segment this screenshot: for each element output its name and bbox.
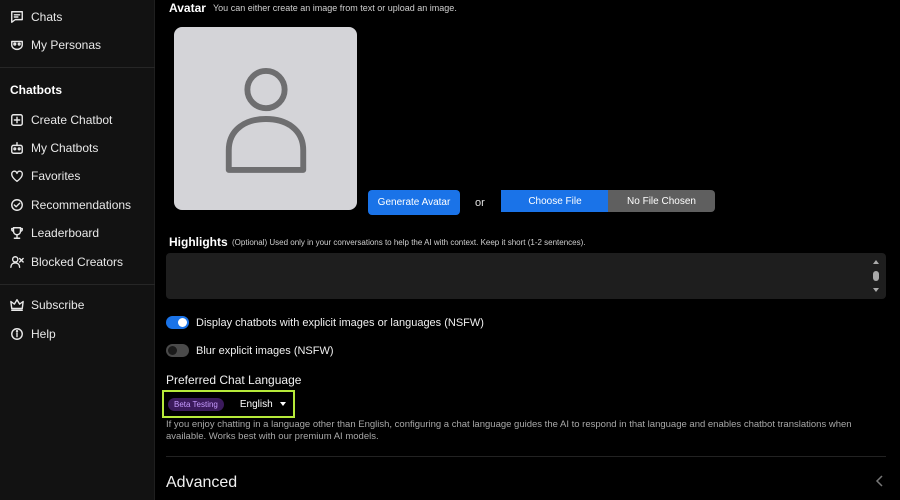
user-placeholder-icon: [225, 67, 306, 173]
sidebar-item-label: Chats: [31, 10, 63, 24]
textarea-scrollbar[interactable]: [872, 260, 880, 292]
sidebar-item-recommendations[interactable]: Recommendations: [10, 195, 131, 215]
sidebar-item-blocked-creators[interactable]: Blocked Creators: [10, 252, 123, 272]
sidebar-item-label: My Chatbots: [31, 141, 99, 155]
sidebar-divider: [0, 67, 155, 68]
advanced-section-title[interactable]: Advanced: [166, 474, 237, 492]
main-content: Avatar You can either create an image fr…: [155, 0, 900, 500]
sidebar: Chats My Personas Chatbots Create Chatbo…: [0, 0, 155, 500]
nsfw-blur-label: Blur explicit images (NSFW): [196, 344, 334, 357]
sidebar-item-my-personas[interactable]: My Personas: [10, 35, 101, 55]
sidebar-item-label: Recommendations: [31, 198, 132, 212]
sidebar-item-help[interactable]: Help: [10, 324, 56, 344]
nsfw-display-toggle[interactable]: [166, 316, 189, 329]
scroll-thumb[interactable]: [873, 271, 879, 281]
sidebar-section-title: Chatbots: [10, 83, 62, 97]
language-selector-box: Beta Testing English: [162, 390, 295, 418]
generate-avatar-button[interactable]: Generate Avatar: [368, 190, 460, 215]
avatar-hint: You can either create an image from text…: [213, 3, 457, 13]
highlights-label: Highlights: [169, 235, 228, 249]
language-description: If you enjoy chatting in a language othe…: [166, 419, 852, 442]
language-selected-value: English: [239, 398, 273, 410]
section-divider: [166, 456, 886, 457]
sidebar-item-label: Subscribe: [31, 298, 85, 312]
nsfw-display-row: Display chatbots with explicit images or…: [166, 316, 484, 329]
sidebar-item-label: Help: [31, 327, 56, 341]
crown-icon: [10, 298, 24, 312]
toggle-knob: [178, 318, 187, 327]
user-x-icon: [10, 255, 24, 269]
sidebar-item-label: Favorites: [31, 169, 81, 183]
scroll-down-icon[interactable]: [873, 288, 879, 292]
sidebar-item-subscribe[interactable]: Subscribe: [10, 295, 84, 315]
language-select[interactable]: English: [240, 399, 286, 410]
heart-icon: [10, 169, 24, 183]
trophy-icon: [10, 226, 24, 240]
chevron-left-icon[interactable]: [875, 474, 885, 487]
sidebar-item-label: Leaderboard: [31, 226, 100, 240]
sidebar-item-create-chatbot[interactable]: Create Chatbot: [10, 110, 112, 130]
sidebar-divider: [0, 284, 155, 285]
language-title: Preferred Chat Language: [166, 373, 302, 387]
nsfw-display-label: Display chatbots with explicit images or…: [196, 316, 484, 329]
sidebar-item-favorites[interactable]: Favorites: [10, 166, 80, 186]
caret-down-icon: [279, 402, 286, 406]
sidebar-item-label: Create Chatbot: [31, 113, 113, 127]
choose-file-button[interactable]: Choose File: [501, 190, 609, 212]
plus-square-icon: [10, 113, 24, 127]
robot-icon: [10, 141, 24, 155]
avatar-label: Avatar: [169, 1, 206, 15]
file-status: No File Chosen: [608, 190, 715, 212]
sidebar-item-my-chatbots[interactable]: My Chatbots: [10, 138, 98, 158]
sidebar-item-label: My Personas: [31, 38, 102, 52]
highlights-textarea[interactable]: [166, 253, 886, 299]
nsfw-blur-row: Blur explicit images (NSFW): [166, 344, 334, 357]
chat-icon: [10, 10, 24, 24]
sidebar-item-chats[interactable]: Chats: [10, 7, 62, 27]
or-text: or: [475, 197, 485, 209]
scroll-up-icon[interactable]: [873, 260, 879, 264]
compass-icon: [10, 198, 24, 212]
toggle-knob: [168, 346, 177, 355]
sidebar-item-leaderboard[interactable]: Leaderboard: [10, 223, 99, 243]
highlights-hint: (Optional) Used only in your conversatio…: [232, 238, 586, 247]
mask-icon: [10, 38, 24, 52]
nsfw-blur-toggle[interactable]: [166, 344, 189, 357]
beta-badge: Beta Testing: [168, 397, 224, 411]
avatar-preview[interactable]: [174, 27, 357, 210]
info-icon: [10, 327, 24, 341]
sidebar-item-label: Blocked Creators: [31, 255, 124, 269]
